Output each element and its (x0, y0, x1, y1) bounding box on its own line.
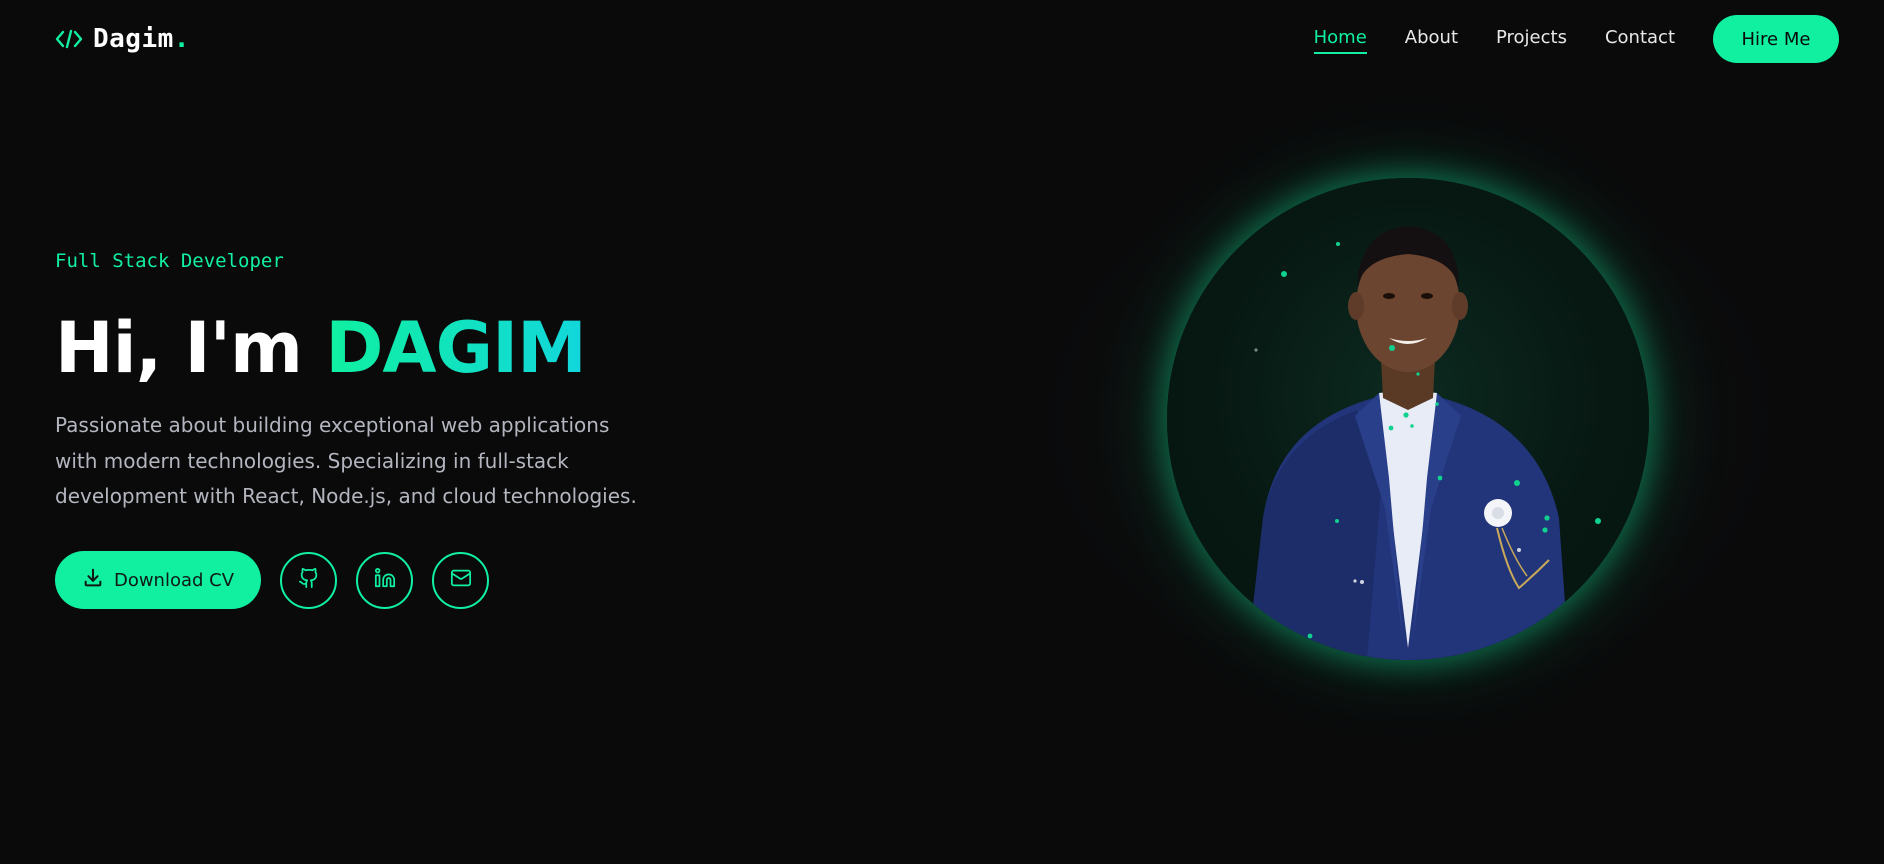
hero-page: Dagim. Home About Projects Contact Hire … (0, 0, 1884, 864)
github-link[interactable] (280, 551, 337, 609)
linkedin-icon (374, 567, 396, 593)
hero-greeting: Hi, I'm (55, 307, 326, 389)
code-brackets-icon (55, 28, 83, 50)
hero-description: Passionate about building exceptional we… (55, 413, 637, 508)
download-cv-button[interactable]: Download CV (55, 551, 261, 609)
nav-link-home[interactable]: Home (1313, 27, 1367, 54)
hero-headline: Hi, I'm DAGIM (55, 306, 587, 390)
navbar: Dagim. Home About Projects Contact Hire … (0, 0, 1884, 78)
logo[interactable]: Dagim. (55, 24, 190, 54)
logo-dot: . (173, 24, 190, 54)
github-icon (298, 567, 320, 593)
nav-link-contact[interactable]: Contact (1605, 27, 1675, 52)
nav-menu: Home About Projects Contact Hire Me (1276, 15, 1839, 63)
email-link[interactable] (432, 551, 489, 609)
nav-link-about[interactable]: About (1405, 27, 1458, 52)
hero-actions: Download CV (55, 551, 489, 609)
logo-text: Dagim. (93, 24, 190, 54)
linkedin-link[interactable] (356, 551, 413, 609)
nav-link-projects[interactable]: Projects (1496, 27, 1567, 52)
hero-subtitle: Full Stack Developer (55, 250, 284, 272)
logo-name: Dagim (93, 24, 174, 54)
download-icon (82, 567, 104, 594)
hero-name: DAGIM (325, 307, 586, 389)
mail-icon (450, 567, 472, 593)
hire-me-button[interactable]: Hire Me (1713, 15, 1839, 63)
download-cv-label: Download CV (113, 569, 235, 591)
portrait-photo (1167, 178, 1649, 660)
